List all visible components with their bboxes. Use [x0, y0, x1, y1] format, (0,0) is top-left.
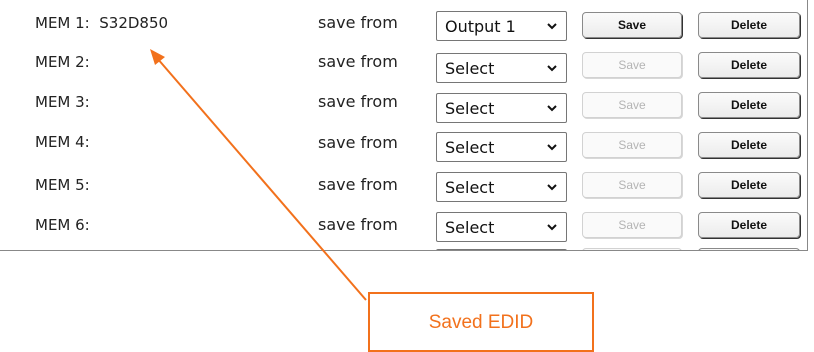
- save-from-label: save from: [318, 52, 398, 71]
- memory-row-1: MEM 1: S32D850 save from Output 1 Save D…: [0, 0, 807, 41]
- source-select-value: Select: [445, 138, 495, 157]
- save-button[interactable]: Save: [582, 12, 682, 38]
- source-select-value: Select: [445, 99, 495, 118]
- memory-label: MEM 6:: [35, 216, 90, 234]
- memory-label: MEM 3:: [35, 93, 90, 111]
- delete-button[interactable]: Delete: [698, 12, 800, 38]
- save-from-label: save from: [318, 215, 398, 234]
- chevron-down-icon: [547, 144, 557, 151]
- save-from-label: save from: [318, 175, 398, 194]
- chevron-down-icon: [547, 105, 557, 112]
- memory-row-6: MEM 6: save from Select Save Delete: [0, 195, 807, 242]
- memory-label: MEM 2:: [35, 53, 90, 71]
- delete-button[interactable]: Delete: [698, 52, 800, 78]
- save-from-label: save from: [318, 13, 398, 32]
- source-select-value: Output 1: [445, 17, 516, 36]
- save-from-label: save from: [318, 133, 398, 152]
- edid-memory-panel: MEM 1: S32D850 save from Output 1 Save D…: [0, 0, 808, 251]
- delete-button[interactable]: Delete: [698, 132, 800, 158]
- chevron-down-icon: [547, 224, 557, 231]
- memory-label: MEM 4:: [35, 133, 90, 151]
- source-select-value: Select: [445, 59, 495, 78]
- source-select-cutoff[interactable]: [436, 249, 567, 250]
- chevron-down-icon: [547, 184, 557, 191]
- save-button[interactable]: Save: [582, 132, 682, 158]
- save-button[interactable]: Save: [582, 52, 682, 78]
- delete-button[interactable]: Delete: [698, 212, 800, 238]
- memory-row-3: MEM 3: save from Select Save Delete: [0, 78, 807, 123]
- annotation-callout: Saved EDID: [368, 292, 594, 352]
- memory-label: MEM 1: S32D850: [35, 14, 169, 32]
- memory-label: MEM 5:: [35, 176, 90, 194]
- source-select[interactable]: Select: [436, 212, 567, 242]
- memory-row-2: MEM 2: save from Select Save Delete: [0, 39, 807, 83]
- delete-button[interactable]: Delete: [698, 92, 800, 118]
- source-select-value: Select: [445, 218, 495, 237]
- memory-row-4: MEM 4: save from Select Save Delete: [0, 117, 807, 162]
- save-button[interactable]: Save: [582, 92, 682, 118]
- save-from-label: save from: [318, 92, 398, 111]
- chevron-down-icon: [547, 23, 557, 30]
- delete-button-cutoff[interactable]: [698, 248, 800, 250]
- annotation-text: Saved EDID: [428, 312, 534, 333]
- chevron-down-icon: [547, 65, 557, 72]
- save-button-cutoff[interactable]: [582, 248, 682, 250]
- memory-row-5: MEM 5: save from Select Save Delete: [0, 156, 807, 202]
- save-button[interactable]: Save: [582, 212, 682, 238]
- source-select[interactable]: Output 1: [436, 11, 567, 41]
